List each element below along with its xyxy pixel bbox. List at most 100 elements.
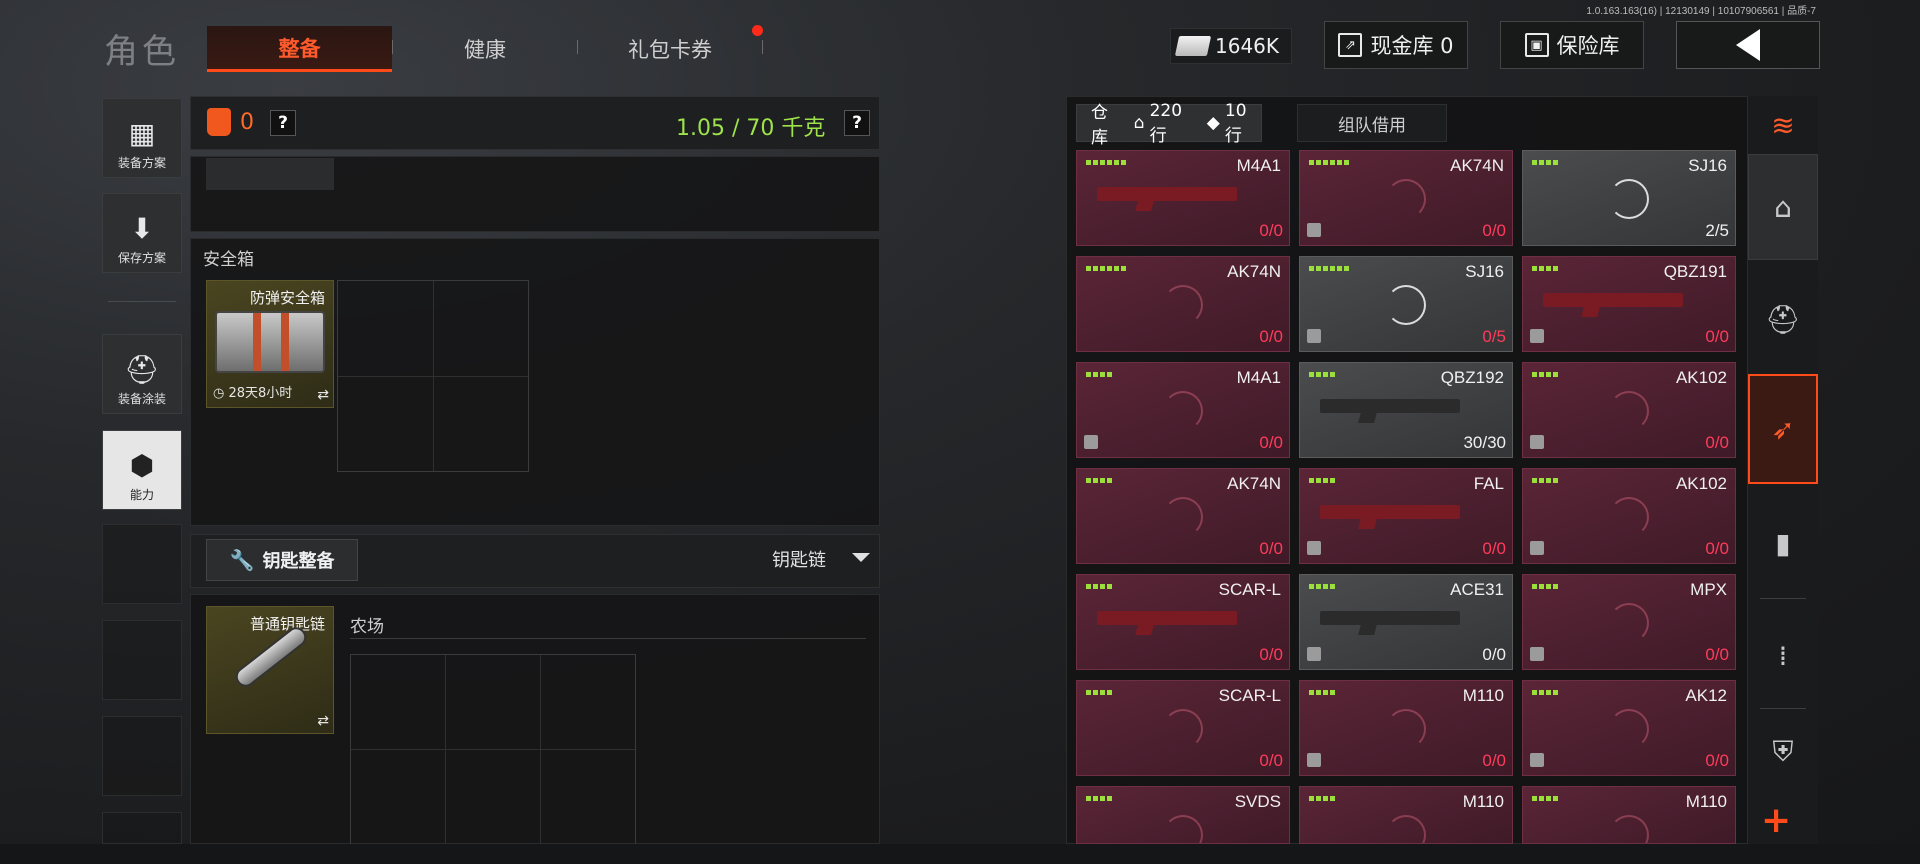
tab-team-borrow[interactable]: 组队借用 [1297,104,1447,142]
weapon-name: ACE31 [1450,580,1504,599]
durability-bars [1532,160,1558,165]
weapon-card[interactable]: AK102 0/0 [1522,362,1736,458]
cash-vault-button[interactable]: ⇗ 现金库 0 [1324,21,1468,69]
weapon-card[interactable]: SVDS [1076,786,1290,844]
weapon-card[interactable]: FAL 0/0 [1299,468,1513,564]
box-icon [1530,329,1544,343]
durability-pip [1100,584,1105,589]
bag-count: 0 [240,110,254,135]
box-icon [1530,435,1544,449]
ticket-icon: ◆ [1206,113,1220,133]
weapon-card[interactable]: M110 [1522,786,1736,844]
save-plan-button[interactable]: ⬇ 保存方案 [102,193,182,273]
keychain-name: 普通钥匙链 [249,615,325,633]
back-button[interactable] [1676,21,1820,69]
safe-box-grid[interactable] [337,280,529,472]
weapon-card[interactable]: AK12 0/0 [1522,680,1736,776]
durability-pip [1546,690,1551,695]
durability-pip [1344,160,1349,165]
durability-pip [1344,266,1349,271]
tab-warehouse[interactable]: 仓库 ⌂ 220行 ◆ 10行 [1076,101,1262,148]
weapon-card[interactable]: SCAR-L 0/0 [1076,574,1290,670]
weapon-card[interactable]: AK74N 0/0 [1299,150,1513,246]
tab-health[interactable]: 健康 [400,26,570,72]
weapon-card[interactable]: M4A1 0/0 [1076,150,1290,246]
skin-button[interactable]: ⛑ 装备涂装 [102,334,182,414]
ammo-count: 0/0 [1705,645,1729,664]
durability-pip [1316,796,1321,801]
durability-pip [1309,796,1314,801]
timer-text: 28天8小时 [228,386,293,401]
helmet-icon[interactable]: ⛑ [1748,264,1818,374]
weapon-card[interactable]: M110 0/0 [1299,680,1513,776]
weapon-card[interactable]: MPX 0/0 [1522,574,1736,670]
keychain-item[interactable]: 普通钥匙链 ⇄ [206,606,334,734]
chevron-down-icon[interactable] [852,553,870,562]
help-button[interactable]: ? [270,110,296,136]
magazine-icon[interactable]: ▮ [1748,488,1818,598]
weapon-card[interactable]: AK74N 0/0 [1076,256,1290,352]
durability-pip [1100,690,1105,695]
weapon-card[interactable]: QBZ192 30/30 [1299,362,1513,458]
ammo-count: 0/0 [1259,751,1283,770]
gun-icon[interactable]: ➶ [1748,374,1818,484]
ability-icon: ⬢ [129,449,155,482]
key-loadout-label: 钥匙整备 [262,551,335,572]
bottom-strip [0,844,1920,864]
ammo-count: 0/0 [1705,433,1729,452]
box-icon [1084,435,1098,449]
tab-gift-cards[interactable]: 礼包卡券 [585,26,755,72]
ability-button[interactable]: ⬢ 能力 [102,430,182,510]
durability-pip [1532,796,1537,801]
safe-box-item[interactable]: 防弹安全箱 ◷ 28天8小时 ⇄ [206,280,334,408]
durability-bars [1532,796,1558,801]
weapon-name: AK74N [1227,262,1281,281]
refresh-stack-icon[interactable]: ≋ [1748,96,1818,154]
key-loadout-button[interactable]: 🔧 钥匙整备 [206,539,358,581]
swap-icon[interactable]: ⇄ [317,387,329,403]
weapon-card[interactable]: AK102 0/0 [1522,468,1736,564]
armor-icon[interactable]: ⛨ [1748,710,1818,794]
empty-slot [102,812,182,844]
loadout-plan-label: 装备方案 [117,156,166,170]
durability-bars [1086,160,1126,165]
durability-pip [1330,690,1335,695]
weapon-name: SCAR-L [1218,686,1281,705]
weapon-card[interactable]: QBZ191 0/0 [1522,256,1736,352]
keychain-dropdown[interactable]: 钥匙链 [772,546,826,572]
weapon-card[interactable]: SJ16 0/5 [1299,256,1513,352]
weapon-card[interactable]: ACE31 0/0 [1299,574,1513,670]
durability-pip [1553,690,1558,695]
loadout-plan-button[interactable]: ▦ 装备方案 [102,98,182,178]
durability-pip [1093,690,1098,695]
home-icon[interactable]: ⌂ [1748,154,1818,260]
durability-pip [1539,690,1544,695]
weapon-card[interactable]: SCAR-L 0/0 [1076,680,1290,776]
weapon-card[interactable]: M4A1 0/0 [1076,362,1290,458]
pocket-slot[interactable] [206,158,334,190]
durability-pip [1337,160,1342,165]
durability-pip [1309,372,1314,377]
rifle-icon [1097,187,1237,201]
durability-pip [1330,796,1335,801]
keychain-grid[interactable] [350,654,636,844]
weapon-card[interactable]: M110 [1299,786,1513,844]
durability-pip [1316,478,1321,483]
swap-icon[interactable]: ⇄ [317,713,329,729]
ammo-icon[interactable]: ⁞ [1748,600,1818,710]
weight-help-button[interactable]: ? [844,110,870,136]
rifle-icon [1320,505,1460,519]
box-icon [1307,753,1321,767]
weapon-card[interactable]: AK74N 0/0 [1076,468,1290,564]
insurance-vault-button[interactable]: ▣ 保险库 [1500,21,1644,69]
ticket-label: 10行 [1224,100,1247,146]
durability-pip [1323,266,1328,271]
weapon-name: M110 [1462,686,1504,705]
durability-pip [1532,690,1537,695]
durability-pip [1546,372,1551,377]
weapon-card[interactable]: SJ16 2/5 [1522,150,1736,246]
tab-loadout[interactable]: 整备 [207,26,392,72]
durability-bars [1309,478,1335,483]
plus-icon[interactable]: + [1761,800,1791,841]
weapon-name: AK12 [1685,686,1727,705]
